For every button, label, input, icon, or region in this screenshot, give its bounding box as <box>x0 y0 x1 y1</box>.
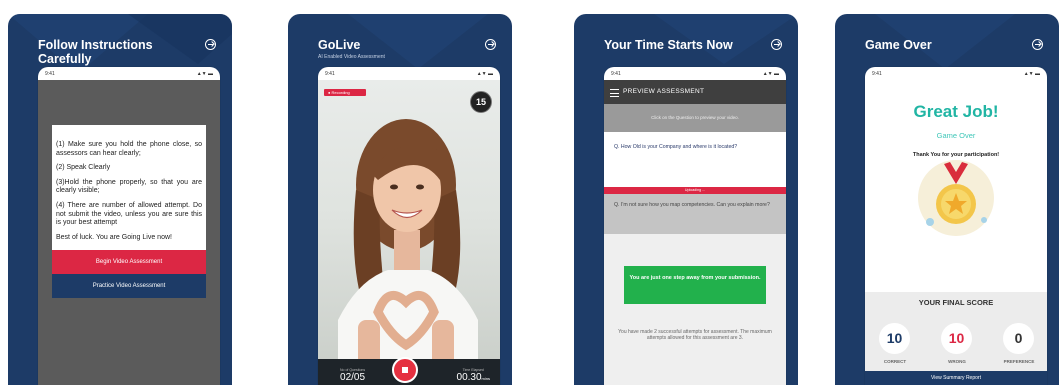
medal-icon <box>926 162 987 226</box>
score-preference: 0 <box>1003 323 1034 354</box>
status-bar: 9:41 ▲▼ ▬ <box>38 67 220 80</box>
phone-frame: 9:41 ▲▼ ▬ ● Recording 15 No of Questions… <box>318 67 500 385</box>
status-time: 9:41 <box>872 70 882 77</box>
phone-frame: 9:41 ▲▼ ▬ Great Job! Game Over Thank You… <box>865 67 1047 385</box>
status-bar: 9:41 ▲▼ ▬ <box>865 67 1047 80</box>
stop-icon <box>402 367 408 373</box>
uploading-bar: Uploading ... <box>604 187 786 194</box>
instructions-modal: (1) Make sure you hold the phone close, … <box>52 125 206 299</box>
status-time: 9:41 <box>45 70 55 77</box>
instruction-item: (2) Speak Clearly <box>56 164 111 172</box>
card-subtitle: AI Enabled Video Assessment <box>318 54 385 60</box>
score-preference-label: PREFERENCE <box>1003 359 1035 364</box>
camera-preview <box>318 80 500 385</box>
card-title: Follow Instructions Carefully <box>38 38 153 66</box>
instruction-item: (1) Make sure you hold the phone close, … <box>56 141 202 157</box>
medal-illustration <box>918 160 994 236</box>
instruction-item: Best of luck. You are Going Live now! <box>56 233 172 241</box>
status-time: 9:41 <box>611 70 621 77</box>
score-wrong-label: WRONG <box>948 359 966 364</box>
status-time: 9:41 <box>325 70 335 77</box>
signal-battery-icon: ▲▼ ▬ <box>476 70 493 77</box>
phone-frame: 9:41 ▲▼ ▬ PREVIEW ASSESSMENT Click on th… <box>604 67 786 385</box>
card-title: Your Time Starts Now <box>604 38 733 52</box>
score-correct-label: CORRECT <box>883 359 907 364</box>
instruction-item: (3)Hold the phone properly, so that you … <box>56 178 202 195</box>
arrow-right-circle-icon[interactable] <box>771 39 782 50</box>
signal-battery-icon: ▲▼ ▬ <box>1023 70 1040 77</box>
stop-record-button[interactable] <box>392 357 418 383</box>
time-unit: mins <box>481 376 490 381</box>
arrow-right-circle-icon[interactable] <box>485 39 496 50</box>
preview-header: PREVIEW ASSESSMENT <box>604 80 786 104</box>
great-job-heading: Great Job! <box>913 102 999 121</box>
person-video-image <box>338 119 478 385</box>
arrow-right-circle-icon[interactable] <box>1032 39 1043 50</box>
phone-frame: 9:41 ▲▼ ▬ (1) Make sure you hold the pho… <box>38 67 220 385</box>
status-bar: 9:41 ▲▼ ▬ <box>318 67 500 80</box>
question-item[interactable]: Q. I'm not sure how you map competencies… <box>604 194 786 234</box>
score-correct: 10 <box>879 323 910 354</box>
view-summary-report-button[interactable]: View Summary Report <box>865 371 1047 385</box>
card-header: GoLive <box>318 38 496 52</box>
score-wrong: 10 <box>941 323 972 354</box>
signal-battery-icon: ▲▼ ▬ <box>196 70 213 77</box>
card-title: GoLive <box>318 38 361 52</box>
time-elapsed: Time Elapsed 00.30mins <box>457 368 490 383</box>
question-item[interactable]: Q. How Old is your Company and where is … <box>604 132 786 187</box>
time-number: 00.30 <box>456 372 482 383</box>
menu-icon[interactable] <box>610 89 619 97</box>
final-score-label: YOUR FINAL SCORE <box>918 298 994 307</box>
instruction-item: (4) There are number of allowed attempt.… <box>56 201 202 227</box>
recording-badge: ● Recording <box>324 89 366 96</box>
arrow-right-circle-icon[interactable] <box>205 39 216 50</box>
questions-counter: No of Questions 02/05 <box>340 368 365 383</box>
preview-hint: Click on the Question to preview your vi… <box>604 104 786 132</box>
status-bar: 9:41 ▲▼ ▬ <box>604 67 786 80</box>
game-over-text: Game Over <box>936 131 976 140</box>
success-message: You are just one step away from your sub… <box>624 266 766 304</box>
attempts-note: You have made 2 successful attempts for … <box>618 329 772 342</box>
screen-card-golive: GoLive AI Enabled Video Assessment 9:41 … <box>288 14 512 385</box>
practice-assessment-button[interactable]: Practice Video Assessment <box>52 274 206 299</box>
screen-card-preview: Your Time Starts Now 9:41 ▲▼ ▬ PREVIEW A… <box>574 14 798 385</box>
card-title: Game Over <box>865 38 932 52</box>
screen-card-gameover: Game Over 9:41 ▲▼ ▬ Great Job! Game Over… <box>835 14 1059 385</box>
result-area <box>604 234 786 385</box>
preview-title: PREVIEW ASSESSMENT <box>623 88 705 95</box>
recording-controls: No of Questions 02/05 Time Elapsed 00.30… <box>318 357 500 385</box>
questions-value: 02/05 <box>340 372 366 383</box>
begin-assessment-button[interactable]: Begin Video Assessment <box>52 250 206 275</box>
signal-battery-icon: ▲▼ ▬ <box>762 70 779 77</box>
time-value: 00.30mins <box>457 372 490 383</box>
card-header: Your Time Starts Now <box>604 38 782 52</box>
thanks-text: Thank You for your participation! <box>912 152 1000 158</box>
card-header: Game Over <box>865 38 1043 52</box>
screen-card-instructions: Follow Instructions Carefully 9:41 ▲▼ ▬ … <box>8 14 232 385</box>
card-header: Follow Instructions Carefully <box>38 38 216 66</box>
countdown-timer: 15 <box>470 91 492 113</box>
